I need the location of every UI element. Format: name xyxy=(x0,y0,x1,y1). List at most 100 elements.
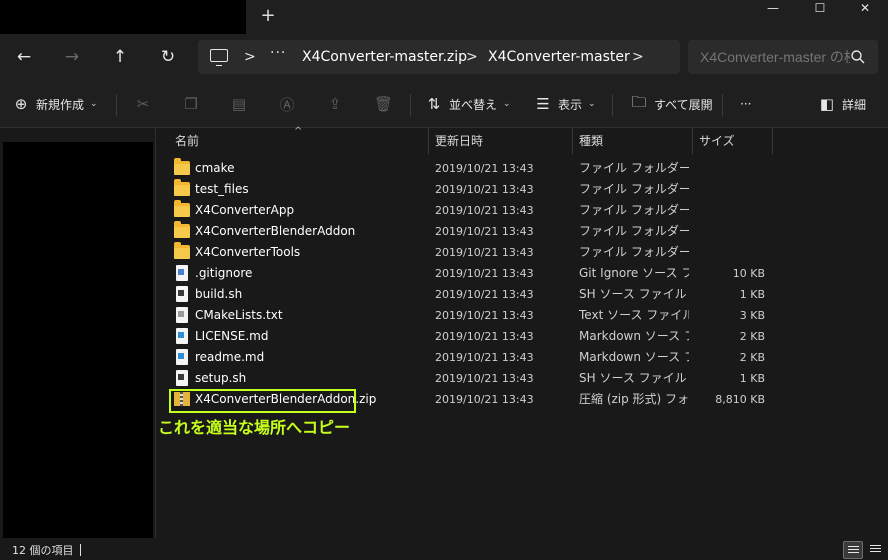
extract-folder-icon: 🗀 xyxy=(631,92,647,111)
new-tab-button[interactable]: + xyxy=(258,6,278,26)
copy-icon: ❐ xyxy=(184,95,198,113)
details-pane-button[interactable]: ◧ 詳細 xyxy=(818,92,866,116)
more-options-button[interactable]: ··· xyxy=(740,92,751,116)
file-name: X4ConverterApp xyxy=(195,203,295,217)
details-view-button[interactable] xyxy=(843,541,863,559)
breadcrumb-separator[interactable]: > xyxy=(632,47,644,67)
copy-button[interactable]: ❐ xyxy=(182,92,206,116)
file-size: 1 KB xyxy=(739,288,765,301)
folder-icon xyxy=(174,158,190,175)
file-row[interactable]: LICENSE.md 2019/10/21 13:43 Markdown ソース フ… xyxy=(157,326,888,347)
expand-all-button[interactable]: 🗀 すべて展開 xyxy=(630,92,712,116)
rename-icon: Ⓐ xyxy=(279,95,295,114)
file-type: Git Ignore ソース ファイル xyxy=(579,266,689,280)
breadcrumb-separator[interactable]: > xyxy=(466,47,478,67)
file-modified: 2019/10/21 13:43 xyxy=(435,393,534,406)
details-pane-icon: ◧ xyxy=(819,95,835,113)
up-button[interactable]: ↑ xyxy=(105,42,135,72)
file-type: SH ソース ファイル xyxy=(579,287,687,301)
file-type: Text ソース ファイル xyxy=(579,308,689,322)
divider xyxy=(722,94,723,116)
file-list[interactable]: ^ 名前 更新日時 種類 サイズ cmake 2019/10/21 13:43 ファ… xyxy=(157,126,888,538)
file-name: build.sh xyxy=(195,287,243,301)
file-type: ファイル フォルダー xyxy=(579,161,689,175)
navigation-pane[interactable] xyxy=(0,128,156,538)
file-modified: 2019/10/21 13:43 xyxy=(435,267,534,280)
folder-icon xyxy=(174,242,190,259)
delete-button[interactable]: 🗑 xyxy=(374,92,398,116)
file-row[interactable]: build.sh 2019/10/21 13:43 SH ソース ファイル 1 KB xyxy=(157,284,888,305)
navigation-bar: ← → ↑ ↻ > ··· X4Converter-master.zip > X… xyxy=(0,34,888,80)
file-row[interactable]: .gitignore 2019/10/21 13:43 Git Ignore ソース… xyxy=(157,263,888,284)
file-name: CMakeLists.txt xyxy=(195,308,283,322)
new-label: 新規作成 xyxy=(36,97,85,112)
scissors-icon: ✂ xyxy=(136,95,150,113)
breadcrumb-folder[interactable]: X4Converter-master xyxy=(488,47,630,67)
cut-button[interactable]: ✂ xyxy=(134,92,158,116)
file-row[interactable]: CMakeLists.txt 2019/10/21 13:43 Text ソース フ… xyxy=(157,305,888,326)
refresh-button[interactable]: ↻ xyxy=(153,42,183,72)
search-box[interactable] xyxy=(688,40,878,74)
plus-circle-icon: ⊕ xyxy=(14,95,28,113)
file-size: 1 KB xyxy=(739,372,765,385)
details-label: 詳細 xyxy=(842,97,867,112)
view-button[interactable]: ☰ 表示 ⌄ xyxy=(534,92,595,116)
column-header-modified[interactable]: 更新日時 xyxy=(429,128,573,154)
markdown-file-icon xyxy=(176,349,188,365)
search-input[interactable] xyxy=(700,40,850,74)
share-button[interactable]: ⇪ xyxy=(326,92,350,116)
divider xyxy=(116,94,117,116)
rename-button[interactable]: Ⓐ xyxy=(278,92,302,116)
folder-icon xyxy=(174,179,190,196)
chevron-down-icon: ⌄ xyxy=(90,99,98,109)
highlight-box xyxy=(169,389,356,413)
title-bar: + — ☐ ✕ xyxy=(0,0,888,34)
status-divider xyxy=(80,544,81,556)
search-icon[interactable] xyxy=(850,49,866,65)
file-name: test_files xyxy=(195,182,249,196)
back-button[interactable]: ← xyxy=(9,42,39,72)
file-modified: 2019/10/21 13:43 xyxy=(435,183,534,196)
maximize-button[interactable]: ☐ xyxy=(797,0,843,18)
file-row[interactable]: setup.sh 2019/10/21 13:43 SH ソース ファイル 1 KB xyxy=(157,368,888,389)
file-name: cmake xyxy=(195,161,235,175)
tiles-view-button[interactable] xyxy=(866,541,886,559)
sort-button[interactable]: ⇅ 並べ替え ⌄ xyxy=(425,92,511,116)
details-view-icon xyxy=(848,546,859,555)
column-header-name[interactable]: 名前 xyxy=(169,128,429,154)
breadcrumb-separator[interactable]: > xyxy=(244,47,256,67)
share-icon: ⇪ xyxy=(328,95,342,113)
active-tab[interactable] xyxy=(0,0,246,34)
breadcrumb-overflow[interactable]: ··· xyxy=(270,45,286,61)
text-file-icon xyxy=(176,307,188,323)
address-bar[interactable]: > ··· X4Converter-master.zip > X4Convert… xyxy=(198,40,680,74)
file-type: ファイル フォルダー xyxy=(579,203,689,217)
file-row[interactable]: test_files 2019/10/21 13:43 ファイル フォルダー xyxy=(157,179,888,200)
paste-button[interactable]: ▤ xyxy=(230,92,254,116)
file-row[interactable]: readme.md 2019/10/21 13:43 Markdown ソース ファ… xyxy=(157,347,888,368)
close-button[interactable]: ✕ xyxy=(842,0,888,18)
file-type: Markdown ソース ファイル xyxy=(579,329,689,343)
redacted-area xyxy=(3,142,153,538)
file-row[interactable]: X4ConverterTools 2019/10/21 13:43 ファイル フォル… xyxy=(157,242,888,263)
minimize-button[interactable]: — xyxy=(750,0,796,18)
file-row[interactable]: cmake 2019/10/21 13:43 ファイル フォルダー xyxy=(157,158,888,179)
forward-button[interactable]: → xyxy=(57,42,87,72)
file-type: ファイル フォルダー xyxy=(579,245,689,259)
column-header-size[interactable]: サイズ xyxy=(693,128,773,154)
file-row[interactable]: X4ConverterApp 2019/10/21 13:43 ファイル フォルダー xyxy=(157,200,888,221)
computer-icon xyxy=(210,49,228,66)
breadcrumb-zip[interactable]: X4Converter-master.zip xyxy=(302,47,467,67)
script-file-icon xyxy=(176,370,188,386)
file-row[interactable]: X4ConverterBlenderAddon 2019/10/21 13:43 フ… xyxy=(157,221,888,242)
file-modified: 2019/10/21 13:43 xyxy=(435,246,534,259)
new-button[interactable]: ⊕ 新規作成 ⌄ xyxy=(12,92,98,116)
file-name: X4ConverterBlenderAddon xyxy=(195,224,356,238)
markdown-file-icon xyxy=(176,328,188,344)
column-header-type[interactable]: 種類 xyxy=(573,128,693,154)
file-glyph xyxy=(178,374,184,380)
file-glyph xyxy=(178,332,184,338)
file-glyph xyxy=(178,269,184,275)
git-file-icon xyxy=(176,265,188,281)
file-type: ファイル フォルダー xyxy=(579,224,689,238)
